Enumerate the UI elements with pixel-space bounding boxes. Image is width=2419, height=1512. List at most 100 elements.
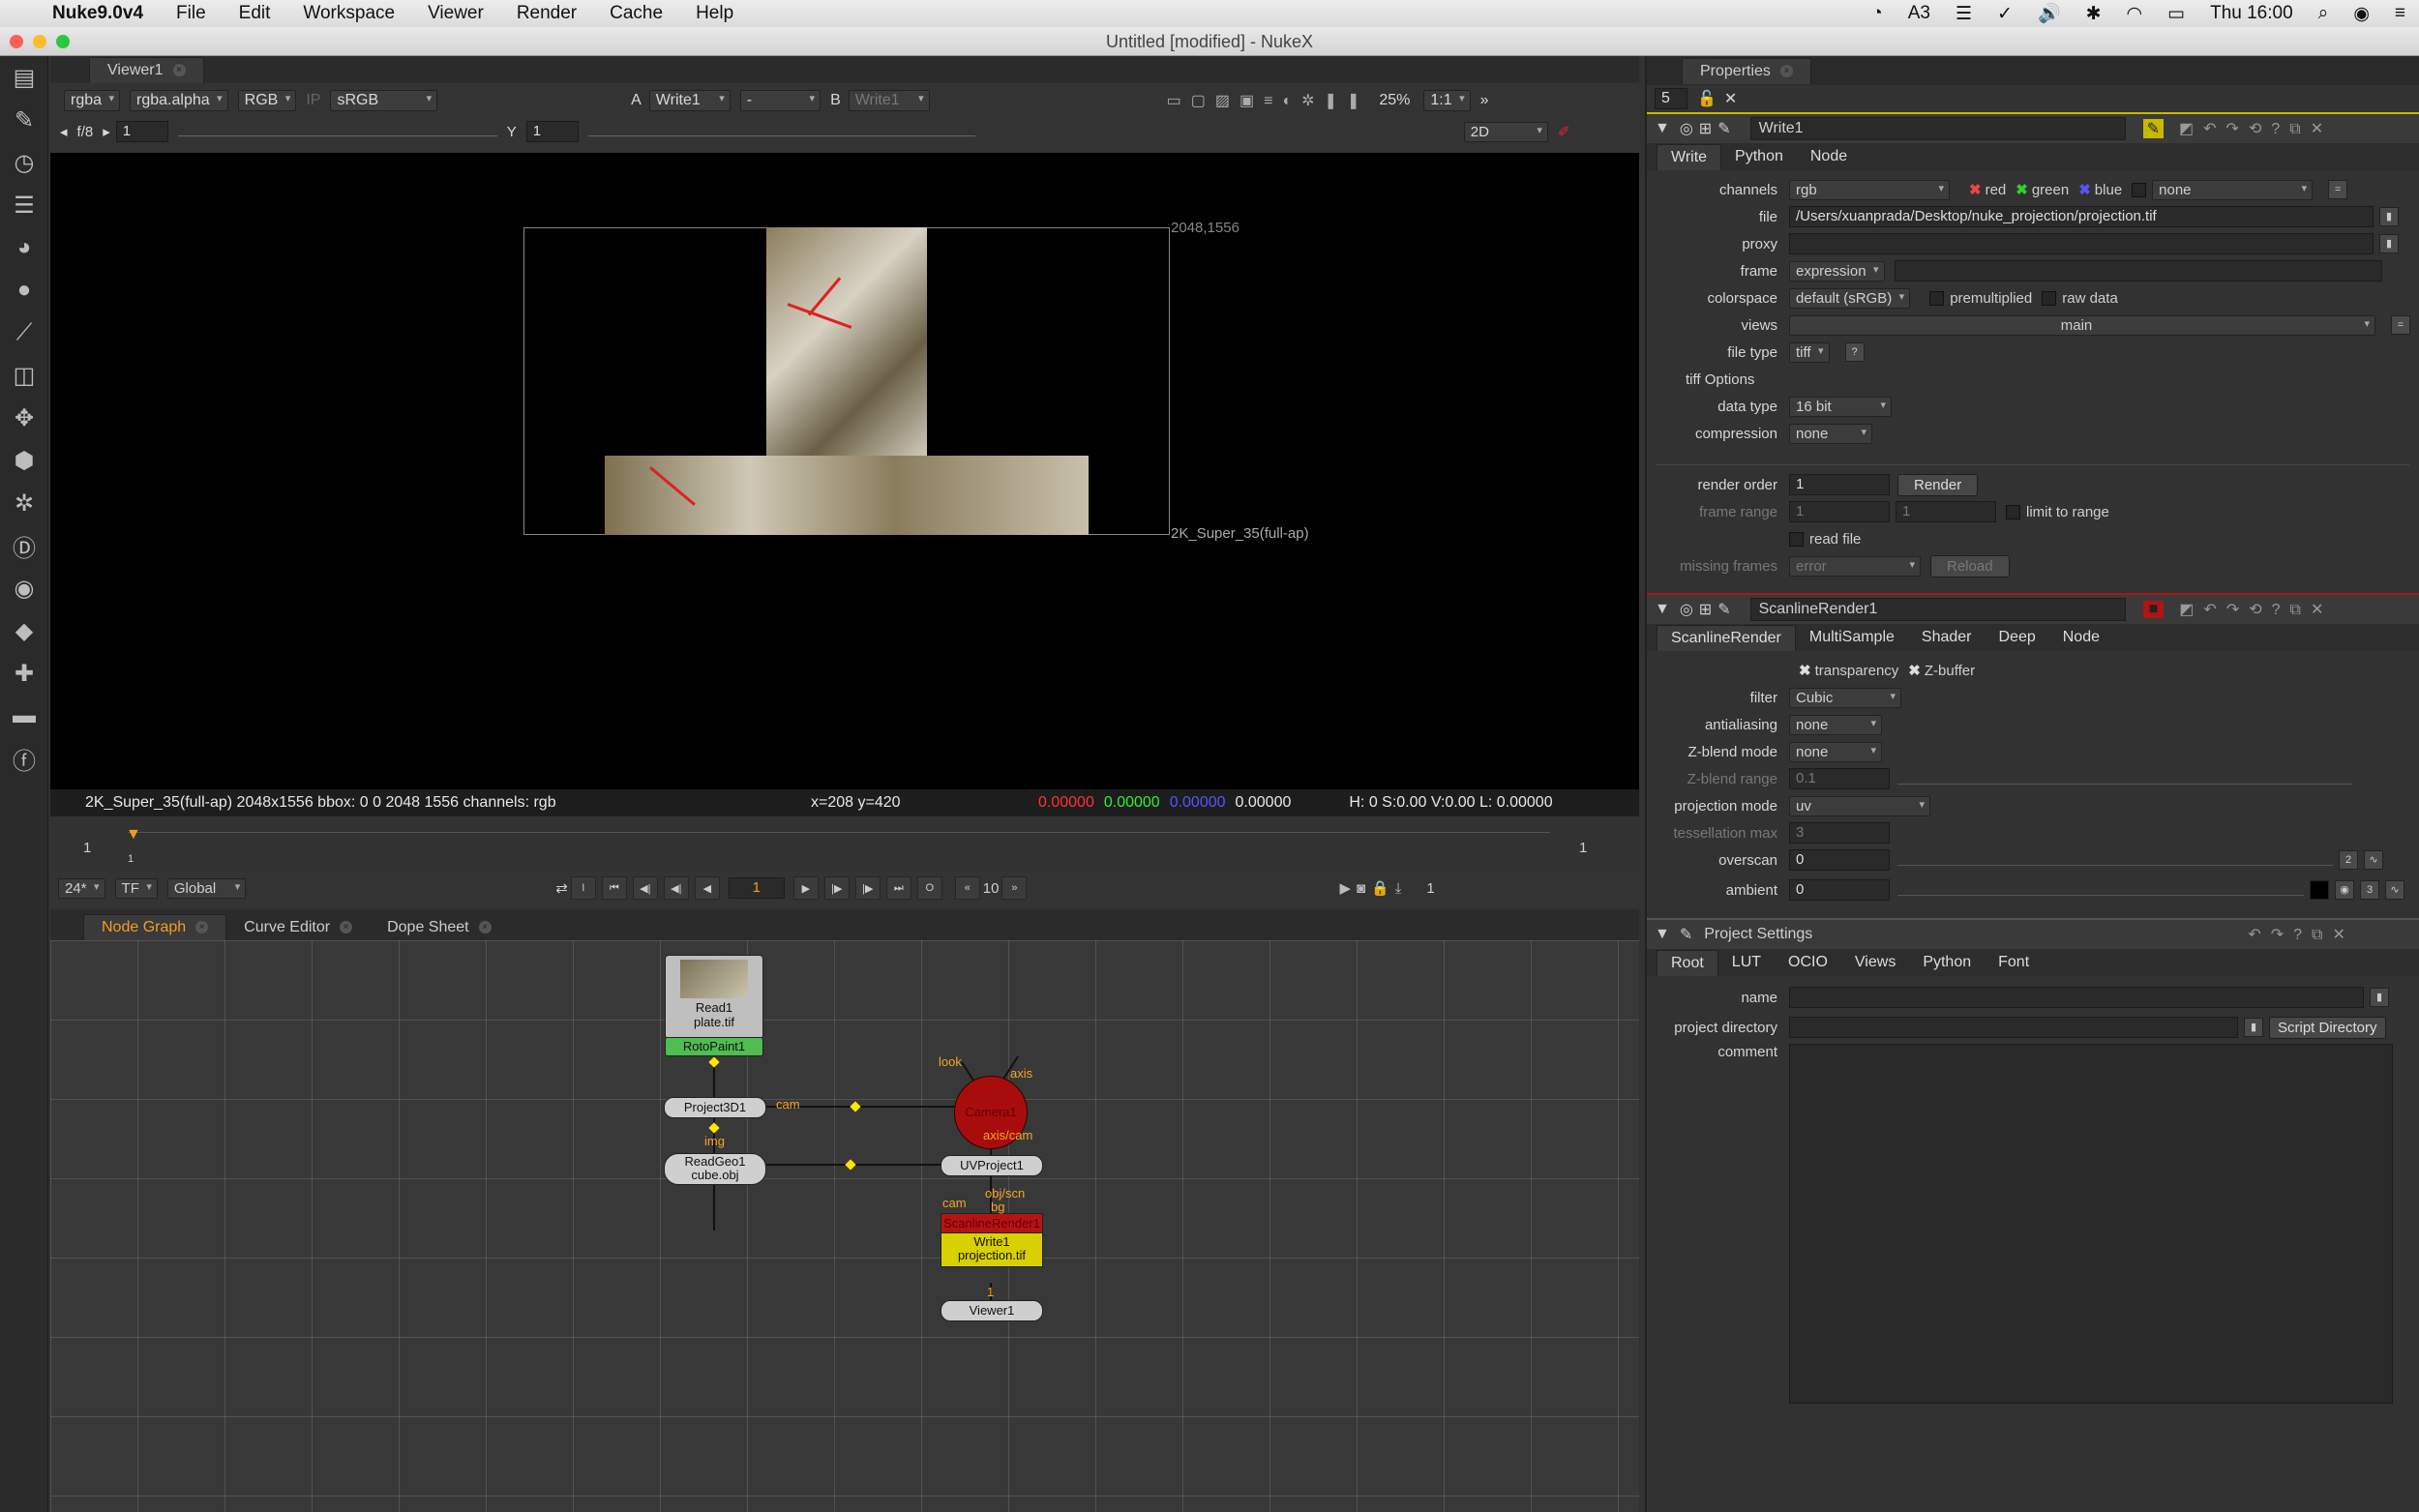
script-directory-button[interactable]: Script Directory (2269, 1016, 2386, 1039)
projection-dropdown[interactable]: uv (1789, 795, 1930, 816)
other-tools-icon[interactable]: ✚ (0, 652, 48, 695)
time-machine-icon[interactable]: ◔ (1871, 3, 1882, 24)
zblend-dropdown[interactable]: none (1789, 741, 1882, 762)
collapse-icon[interactable]: ▼ (1655, 926, 1670, 943)
collapse-icon[interactable]: ▼ (1655, 601, 1670, 618)
dropbox-icon[interactable]: ☰ (1956, 3, 1972, 25)
header-action-icons[interactable]: ◩↶↷⟲?⧉✕ (2179, 119, 2333, 138)
node-graph-canvas[interactable]: Read1 plate.tif RotoPaint1 Project3D1 Ca… (50, 940, 1639, 1512)
tab-shader[interactable]: Shader (1908, 625, 1986, 650)
merge-tools-icon[interactable]: ◫ (0, 354, 48, 397)
minimize-window-button[interactable] (33, 35, 46, 48)
furnace-tools-icon[interactable]: ⓕ (0, 737, 48, 780)
gamma-field[interactable]: 1 (525, 121, 579, 142)
list-icon[interactable]: ≡ (2395, 3, 2405, 24)
close-icon[interactable]: × (478, 921, 492, 934)
views-dropdown[interactable]: main (1789, 314, 2375, 336)
render-button[interactable]: Render (1897, 473, 1979, 496)
next-frame-button[interactable]: |▶ (823, 876, 850, 900)
ip-button[interactable]: IP (306, 92, 320, 109)
frame-range-end[interactable]: 1 (1896, 501, 1996, 522)
composite-dropdown[interactable]: - (739, 90, 821, 111)
channels-dropdown[interactable]: rgba (64, 90, 121, 111)
clear-panels-icon[interactable]: ✕ (1724, 89, 1737, 108)
read1-node[interactable]: Read1 plate.tif (665, 955, 763, 1039)
help-button[interactable]: ? (1844, 342, 1865, 362)
skip-back-button[interactable]: « (954, 876, 980, 900)
views-tools-icon[interactable]: ◉ (0, 567, 48, 609)
link-icon[interactable]: = (2328, 180, 2348, 199)
tab-dope-sheet[interactable]: Dope Sheet × (370, 915, 509, 940)
frame-dropdown[interactable]: expression (1789, 260, 1885, 282)
project-name-field[interactable] (1789, 987, 2364, 1008)
frame-step[interactable]: 10 (983, 880, 1000, 897)
read-file-checkbox[interactable] (1789, 531, 1804, 547)
tab-font[interactable]: Font (1985, 950, 2043, 975)
close-window-button[interactable] (10, 35, 23, 48)
ambient-count[interactable]: 3 (2360, 880, 2379, 900)
colorspace-dropdown[interactable]: default (sRGB) (1789, 287, 1911, 309)
3d-tools-icon[interactable]: ⬢ (0, 439, 48, 482)
colorspace-dropdown[interactable]: RGB (237, 90, 297, 111)
file-path-field[interactable]: /Users/xuanprada/Desktop/nuke_projection… (1789, 206, 2374, 227)
close-icon[interactable]: × (1779, 64, 1793, 77)
compression-dropdown[interactable]: none (1789, 423, 1872, 444)
blue-checkbox[interactable]: ✖ (2078, 181, 2091, 198)
keyer-tools-icon[interactable]: ⟋ (0, 311, 48, 354)
uvproject1-node[interactable]: UVProject1 (941, 1155, 1043, 1176)
metadata-tools-icon[interactable]: ◆ (0, 609, 48, 652)
alpha-checkbox[interactable] (2132, 182, 2147, 197)
timeline[interactable]: 1 ▼ 1 1 (50, 820, 1639, 878)
menu-workspace[interactable]: Workspace (303, 3, 395, 24)
node-tool-icons[interactable]: ◎⊞✎ (1680, 600, 1737, 619)
filter-dropdown[interactable]: Cubic (1789, 687, 1901, 708)
zoom-window-button[interactable] (56, 35, 70, 48)
frame-expression-field[interactable] (1894, 260, 2382, 282)
search-icon[interactable]: ⌕ (2318, 3, 2329, 24)
color-wheel-icon[interactable]: ◉ (2335, 880, 2354, 900)
play-backward-button[interactable]: ◀ (694, 876, 720, 900)
timecode-dropdown[interactable]: TF (114, 877, 158, 899)
max-panels-field[interactable]: 5 (1655, 88, 1687, 109)
menu-file[interactable]: File (176, 3, 206, 24)
user-icon[interactable]: ◉ (2353, 3, 2370, 25)
current-frame-field[interactable]: 1 (728, 877, 785, 899)
overscan-slider[interactable] (1897, 855, 2333, 866)
write1-node[interactable]: Write1 projection.tif (941, 1232, 1043, 1267)
write1-name-field[interactable]: Write1 (1749, 117, 2126, 140)
clock[interactable]: Thu 16:00 (2210, 3, 2293, 24)
menu-render[interactable]: Render (517, 3, 577, 24)
close-icon[interactable]: × (172, 64, 186, 77)
ambient-field[interactable]: 0 (1789, 879, 1890, 901)
view-mode-dropdown[interactable]: 2D (1463, 121, 1548, 142)
zoom-dropdown[interactable]: 25% (1379, 92, 1410, 109)
zrange-field[interactable]: 0.1 (1789, 768, 1890, 789)
bluetooth-icon[interactable]: ✱ (2086, 3, 2102, 25)
color-swatch-icon[interactable] (2310, 880, 2329, 900)
folder-icon[interactable]: ▮ (2379, 234, 2399, 253)
folder-icon[interactable]: ▮ (2370, 988, 2389, 1007)
missing-frames-dropdown[interactable]: error (1789, 555, 1921, 577)
folder-icon[interactable]: ▮ (2379, 207, 2399, 226)
premultiplied-checkbox[interactable] (1929, 290, 1945, 306)
adobe-icon[interactable]: A3 (1908, 3, 1930, 24)
gain-slider[interactable] (177, 128, 497, 136)
menu-edit[interactable]: Edit (239, 3, 271, 24)
limit-to-range-checkbox[interactable] (2006, 504, 2020, 519)
paint-brush-icon[interactable]: ✐ (1558, 123, 1570, 140)
draw-tools-icon[interactable]: ✎ (0, 99, 48, 141)
skip-forward-button[interactable]: » (1001, 876, 1028, 900)
tab-root[interactable]: Root (1657, 949, 1718, 976)
filter-tools-icon[interactable]: ● (0, 269, 48, 311)
color-tools-icon[interactable]: ◕ (0, 226, 48, 269)
antialiasing-dropdown[interactable]: none (1789, 714, 1882, 735)
lock-icon[interactable]: 🔓 (1697, 89, 1717, 108)
playhead-icon[interactable]: ▼ (126, 826, 141, 844)
out-point-button[interactable]: O (916, 876, 942, 900)
node-color-icon[interactable]: ✎ (2142, 119, 2165, 138)
viewer-canvas[interactable]: 2048,1556 2K_Super_35(full-ap) (50, 153, 1639, 789)
green-checkbox[interactable]: ✖ (2016, 181, 2028, 198)
tab-properties[interactable]: Properties × (1682, 57, 1811, 84)
tab-scanlinerender[interactable]: ScanlineRender (1657, 624, 1796, 651)
fstop-value[interactable]: f/8 (77, 124, 94, 140)
